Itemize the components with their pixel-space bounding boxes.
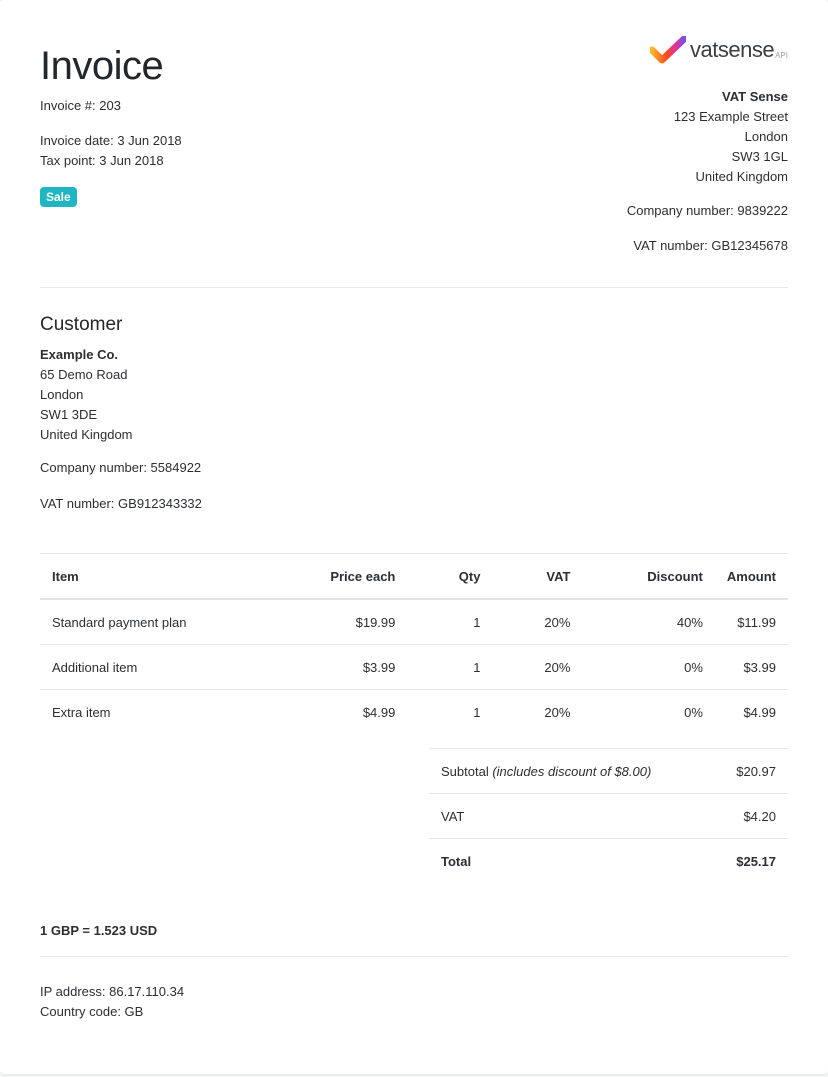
logo-api-suffix: API <box>775 50 788 60</box>
header-discount: Discount <box>582 553 715 600</box>
table-row: Extra item $4.99 1 20% 0% $4.99 <box>40 690 788 735</box>
item-name: Standard payment plan <box>40 599 291 645</box>
header-qty: Qty <box>407 553 493 600</box>
vat-row: VAT $4.20 <box>429 793 788 839</box>
total-value: $25.17 <box>711 838 788 883</box>
invoice-title: Invoice <box>40 44 164 88</box>
subtotal-text: Subtotal <box>441 763 489 779</box>
table-row: Standard payment plan $19.99 1 20% 40% $… <box>40 599 788 645</box>
vat-value: $4.20 <box>711 793 788 839</box>
customer-name: Example Co. <box>40 347 119 362</box>
item-name: Additional item <box>40 644 291 690</box>
country-code: Country code: GB <box>40 1004 144 1019</box>
seller-address: VAT Sense 123 Example Street London SW3 … <box>674 87 788 187</box>
item-qty: 1 <box>407 644 493 690</box>
table-row: Additional item $3.99 1 20% 0% $3.99 <box>40 644 788 690</box>
seller-vat-number: VAT number: GB12345678 <box>633 238 788 253</box>
invoice-page: Invoice Invoice #: 203 Invoice date: 3 J… <box>0 0 828 1074</box>
seller-company-number: Company number: 9839222 <box>626 203 788 218</box>
seller-city: London <box>744 129 788 144</box>
header-vat: VAT <box>492 553 583 600</box>
subtotal-row: Subtotal (includes discount of $8.00) $2… <box>429 748 788 794</box>
item-price: $3.99 <box>290 644 408 690</box>
item-price: $19.99 <box>290 599 408 645</box>
footer-info: IP address: 86.17.110.34 Country code: G… <box>40 982 184 1022</box>
divider <box>40 287 788 288</box>
item-price: $4.99 <box>362 704 396 720</box>
header-price-each: Price each <box>290 553 408 600</box>
subtotal-label: Subtotal (includes discount of $8.00) <box>429 748 712 794</box>
customer-country: United Kingdom <box>40 427 133 442</box>
vat-label: VAT <box>429 793 712 839</box>
total-row: Total $25.17 <box>429 838 788 883</box>
seller-name: VAT Sense <box>722 89 788 104</box>
item-vat: 20% <box>492 599 583 645</box>
item-discount: 40% <box>582 599 715 645</box>
invoice-date: Invoice date: 3 Jun 2018 <box>40 133 182 148</box>
item-discount: 0% <box>582 644 715 690</box>
subtotal-value: $20.97 <box>711 748 788 794</box>
seller-postcode: SW3 1GL <box>731 149 788 164</box>
vatsense-logo-icon <box>650 36 687 64</box>
table-header-row: Item Price each Qty VAT Discount Amount <box>40 553 788 600</box>
invoice-number: Invoice #: 203 <box>40 98 121 113</box>
logo-wordmark: vatsense <box>690 37 775 62</box>
item-vat: 20% <box>492 644 583 690</box>
item-amount: $3.99 <box>714 644 788 690</box>
customer-address: Example Co. 65 Demo Road London SW1 3DE … <box>40 345 133 445</box>
vatsense-logo: vatsense API <box>650 36 788 64</box>
header-item: Item <box>40 553 291 600</box>
line-items-table: Item Price each Qty VAT Discount Amount … <box>40 553 788 734</box>
seller-country: United Kingdom <box>695 169 789 184</box>
item-discount: 0% <box>684 704 703 720</box>
item-amount: $4.99 <box>743 704 776 720</box>
total-label: Total <box>429 838 712 883</box>
seller-street: 123 Example Street <box>673 109 788 124</box>
divider <box>40 956 788 957</box>
ip-address: IP address: 86.17.110.34 <box>40 984 185 999</box>
customer-company-number: Company number: 5584922 <box>40 460 202 475</box>
item-vat: 20% <box>544 704 571 720</box>
customer-street: 65 Demo Road <box>40 367 128 382</box>
item-amount: $11.99 <box>714 599 788 645</box>
tax-point: Tax point: 3 Jun 2018 <box>40 153 164 168</box>
customer-heading: Customer <box>40 314 123 335</box>
item-qty: 1 <box>407 599 493 645</box>
item-qty: 1 <box>473 704 481 720</box>
header-amount: Amount <box>714 553 788 600</box>
customer-vat-number: VAT number: GB912343332 <box>40 496 202 511</box>
totals-table: Subtotal (includes discount of $8.00) $2… <box>429 748 788 883</box>
exchange-rate: 1 GBP = 1.523 USD <box>40 923 158 938</box>
customer-city: London <box>40 387 84 402</box>
subtotal-discount-note: (includes discount of $8.00) <box>492 763 652 779</box>
invoice-dates: Invoice date: 3 Jun 2018 Tax point: 3 Ju… <box>40 131 182 171</box>
sale-badge: Sale <box>40 187 77 207</box>
customer-postcode: SW1 3DE <box>40 407 98 422</box>
item-name: Extra item <box>52 704 111 720</box>
